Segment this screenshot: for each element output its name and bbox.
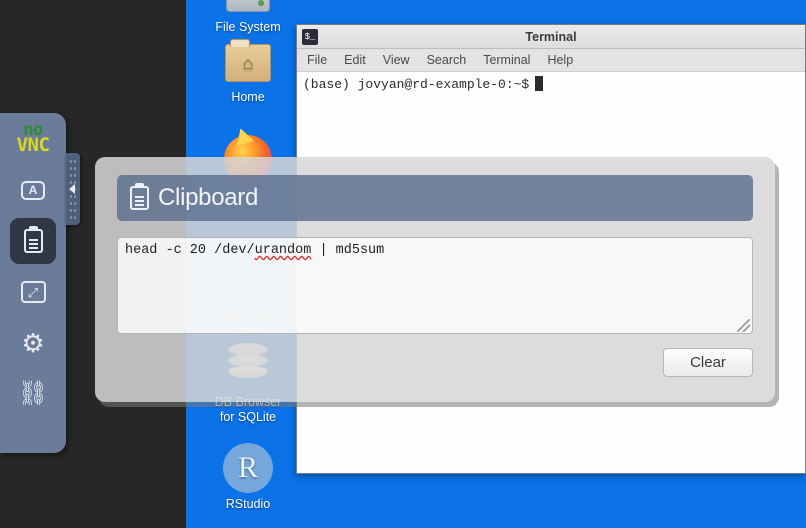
desktop-icon-label: File System: [215, 20, 281, 34]
desktop-icon-filesystem[interactable]: File System: [186, 0, 310, 35]
clipboard-text-misspelled: urandom: [254, 243, 312, 258]
screen: File System ⌂ Home ✕ Visual Studio Code …: [0, 0, 806, 528]
clipboard-text-after: | md5sum: [311, 243, 385, 258]
clipboard-textarea[interactable]: head -c 20 /dev/urandom | md5sum: [117, 237, 753, 334]
keyboard-icon: A: [21, 180, 45, 200]
menu-item-search[interactable]: Search: [427, 53, 467, 67]
home-folder-icon: ⌂: [186, 39, 310, 86]
terminal-prompt: (base) jovyan@rd-example-0:~$: [303, 77, 530, 92]
desktop-icon-rstudio[interactable]: R RStudio: [186, 443, 310, 512]
clipboard-text-before: head -c 20 /dev/: [125, 243, 255, 258]
desktop-icon-label: RStudio: [225, 497, 271, 511]
clipboard-dialog-footer: Clear: [117, 348, 753, 377]
hard-drive-icon: [186, 0, 310, 16]
menu-item-help[interactable]: Help: [547, 53, 573, 67]
fullscreen-icon: ⤢: [20, 281, 46, 303]
desktop-icon-label-2: for SQLite: [219, 410, 277, 424]
novnc-drag-handle[interactable]: [66, 153, 80, 225]
chevron-left-icon: [69, 184, 75, 194]
menu-item-file[interactable]: File: [307, 53, 327, 67]
menu-item-view[interactable]: View: [383, 53, 410, 67]
clipboard-dialog-header: Clipboard: [117, 175, 753, 221]
clipboard-dialog-title: Clipboard: [158, 184, 259, 211]
desktop-icon-label: Home: [231, 90, 265, 104]
novnc-settings-button[interactable]: ⚙: [10, 320, 56, 366]
novnc-control-bar[interactable]: no VNC A ⤢ ⚙ ⛓: [0, 113, 66, 453]
novnc-clipboard-button[interactable]: [10, 218, 56, 264]
novnc-logo-vnc: VNC: [16, 134, 50, 156]
resize-grip-icon[interactable]: [737, 319, 750, 332]
menu-item-edit[interactable]: Edit: [344, 53, 366, 67]
novnc-logo: no VNC: [0, 121, 66, 162]
terminal-title: Terminal: [525, 29, 577, 44]
gear-icon: ⚙: [21, 328, 45, 358]
clipboard-dialog[interactable]: Clipboard head -c 20 /dev/urandom | md5s…: [95, 157, 775, 402]
novnc-disconnect-button[interactable]: ⛓: [10, 371, 56, 417]
menu-item-terminal[interactable]: Terminal: [483, 53, 530, 67]
clipboard-icon: [130, 183, 149, 210]
desktop-icon-home[interactable]: ⌂ Home: [186, 39, 310, 105]
clipboard-icon: [23, 226, 43, 253]
clear-button[interactable]: Clear: [663, 348, 753, 377]
rstudio-icon: R: [223, 443, 273, 493]
terminal-menubar[interactable]: File Edit View Search Terminal Help: [297, 49, 805, 72]
novnc-fullscreen-button[interactable]: ⤢: [10, 269, 56, 315]
broken-link-icon: ⛓: [17, 380, 49, 407]
novnc-keyboard-button[interactable]: A: [10, 167, 56, 213]
terminal-titlebar[interactable]: $_ Terminal: [297, 25, 805, 49]
terminal-cursor: [535, 76, 544, 91]
